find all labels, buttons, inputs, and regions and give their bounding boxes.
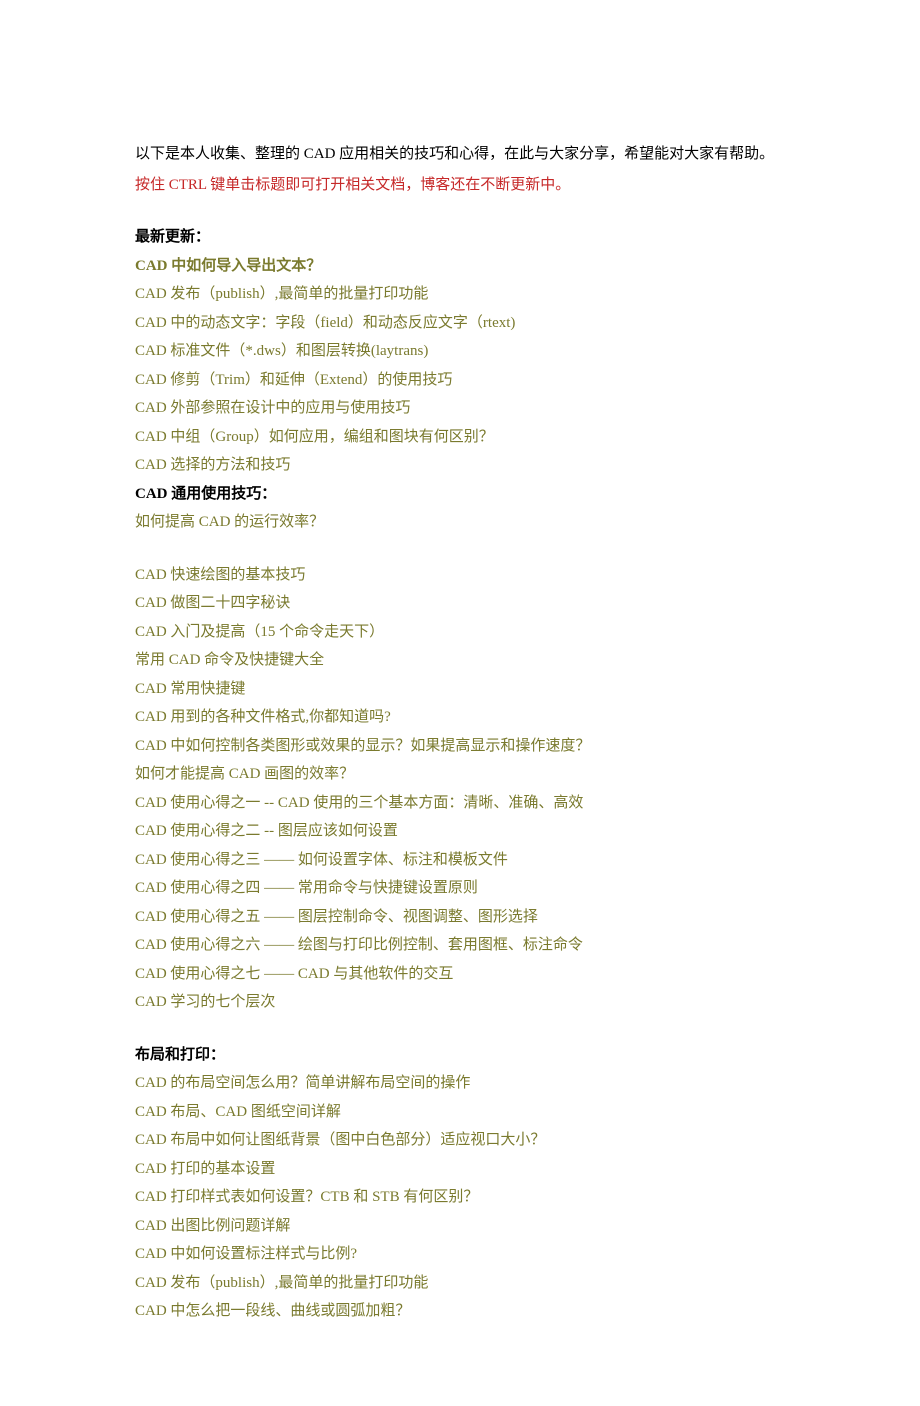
link-item[interactable]: CAD 做图二十四字秘诀: [135, 595, 290, 611]
link-item[interactable]: CAD 布局、CAD 图纸空间详解: [135, 1104, 341, 1120]
section-title-latest: 最新更新：: [135, 223, 785, 252]
spacer: [135, 537, 785, 561]
link-item[interactable]: CAD 使用心得之七 —— CAD 与其他软件的交互: [135, 966, 453, 982]
link-item[interactable]: CAD 中如何控制各类图形或效果的显示？如果提高显示和操作速度？: [135, 738, 590, 754]
link-item[interactable]: CAD 使用心得之一 -- CAD 使用的三个基本方面：清晰、准确、高效: [135, 795, 583, 811]
link-item[interactable]: CAD 标准文件（*.dws）和图层转换(laytrans): [135, 343, 428, 359]
link-item[interactable]: 如何提高 CAD 的运行效率？: [135, 514, 324, 530]
section-title-general: CAD 通用使用技巧：: [135, 480, 785, 509]
link-item[interactable]: CAD 出图比例问题详解: [135, 1218, 290, 1234]
link-item[interactable]: CAD 的布局空间怎么用？简单讲解布局空间的操作: [135, 1075, 470, 1091]
section-title-layout: 布局和打印：: [135, 1041, 785, 1070]
link-item[interactable]: CAD 入门及提高（15 个命令走天下）: [135, 624, 384, 640]
link-item[interactable]: CAD 布局中如何让图纸背景（图中白色部分）适应视口大小？: [135, 1132, 545, 1148]
link-item[interactable]: 如何才能提高 CAD 画图的效率？: [135, 766, 354, 782]
link-item[interactable]: CAD 修剪（Trim）和延伸（Extend）的使用技巧: [135, 372, 452, 388]
link-item[interactable]: CAD 使用心得之五 —— 图层控制命令、视图调整、图形选择: [135, 909, 538, 925]
link-item[interactable]: 常用 CAD 命令及快捷键大全: [135, 652, 324, 668]
link-item[interactable]: CAD 快速绘图的基本技巧: [135, 567, 305, 583]
link-item[interactable]: CAD 中如何设置标注样式与比例?: [135, 1246, 357, 1262]
link-item[interactable]: CAD 用到的各种文件格式,你都知道吗?: [135, 709, 391, 725]
link-item[interactable]: CAD 常用快捷键: [135, 681, 245, 697]
link-item[interactable]: CAD 中怎么把一段线、曲线或圆弧加粗？: [135, 1303, 410, 1319]
intro-text: 以下是本人收集、整理的 CAD 应用相关的技巧和心得，在此与大家分享，希望能对大…: [135, 140, 785, 169]
link-item[interactable]: CAD 打印的基本设置: [135, 1161, 275, 1177]
link-item[interactable]: CAD 使用心得之二 -- 图层应该如何设置: [135, 823, 398, 839]
spacer: [135, 1017, 785, 1041]
notice-text: 按住 CTRL 键单击标题即可打开相关文档，博客还在不断更新中。: [135, 171, 785, 200]
link-item[interactable]: CAD 使用心得之六 —— 绘图与打印比例控制、套用图框、标注命令: [135, 937, 583, 953]
link-item[interactable]: CAD 中组（Group）如何应用，编组和图块有何区别？: [135, 429, 494, 445]
link-item[interactable]: CAD 使用心得之四 —— 常用命令与快捷键设置原则: [135, 880, 478, 896]
link-item[interactable]: CAD 选择的方法和技巧: [135, 457, 290, 473]
link-item[interactable]: CAD 发布（publish）,最简单的批量打印功能: [135, 286, 428, 302]
link-item[interactable]: CAD 发布（publish）,最简单的批量打印功能: [135, 1275, 428, 1291]
link-item[interactable]: CAD 外部参照在设计中的应用与使用技巧: [135, 400, 410, 416]
link-item[interactable]: CAD 打印样式表如何设置？CTB 和 STB 有何区别？: [135, 1189, 478, 1205]
link-item[interactable]: CAD 使用心得之三 —— 如何设置字体、标注和模板文件: [135, 852, 508, 868]
link-item[interactable]: CAD 中的动态文字：字段（field）和动态反应文字（rtext): [135, 315, 515, 331]
link-latest-bold[interactable]: CAD 中如何导入导出文本？: [135, 258, 321, 274]
link-item[interactable]: CAD 学习的七个层次: [135, 994, 275, 1010]
